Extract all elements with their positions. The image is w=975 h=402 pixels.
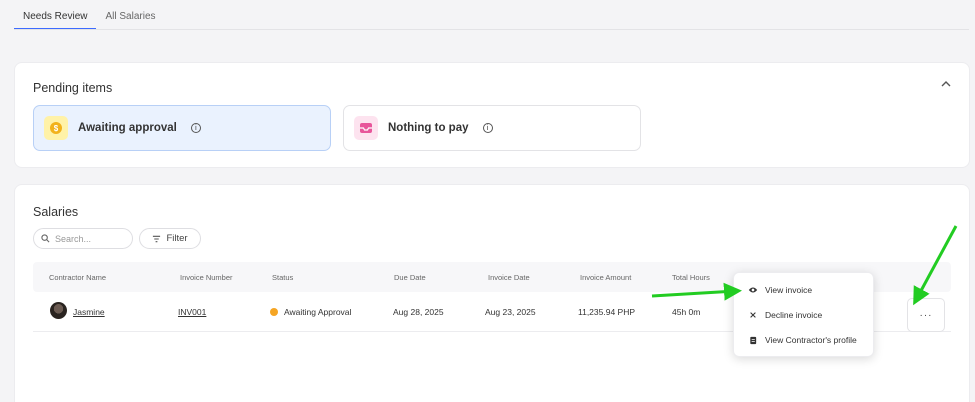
status-label: Awaiting Approval [284, 307, 352, 317]
avatar [50, 302, 67, 319]
pending-items-card: Pending items $ Awaiting approval i Noth… [14, 62, 970, 168]
eye-icon [748, 287, 758, 293]
invoice-amount: 11,235.94 PHP [578, 307, 636, 317]
status-badge: Awaiting Approval [270, 307, 351, 317]
nothing-to-pay-tile[interactable]: Nothing to pay i [343, 105, 641, 151]
due-date: Aug 28, 2025 [393, 307, 444, 317]
filter-icon [153, 235, 161, 242]
menu-item-decline-invoice[interactable]: Decline invoice [748, 310, 822, 320]
row-actions-menu: View invoice Decline invoice View Contra… [733, 272, 874, 357]
salaries-title: Salaries [33, 205, 79, 219]
menu-item-view-invoice[interactable]: View invoice [748, 285, 812, 295]
tab-bar: Needs Review All Salaries [14, 0, 165, 30]
search-input[interactable] [55, 233, 125, 244]
tab-all-salaries[interactable]: All Salaries [96, 0, 164, 30]
column-header-contractor-name[interactable]: Contractor Name [49, 273, 106, 282]
nothing-to-pay-label: Nothing to pay [388, 122, 469, 134]
more-actions-button[interactable]: ··· [907, 298, 945, 332]
total-hours: 45h 0m [672, 307, 701, 317]
info-icon[interactable]: i [482, 123, 493, 133]
column-header-invoice-amount[interactable]: Invoice Amount [580, 273, 631, 282]
menu-item-label: Decline invoice [765, 310, 823, 320]
awaiting-approval-tile[interactable]: $ Awaiting approval i [33, 105, 331, 151]
awaiting-approval-label: Awaiting approval [78, 122, 177, 134]
menu-item-label: View invoice [765, 285, 813, 295]
filter-label: Filter [166, 233, 188, 244]
column-header-total-hours[interactable]: Total Hours [672, 273, 710, 282]
column-header-status[interactable]: Status [272, 273, 293, 282]
pending-items-title: Pending items [33, 81, 113, 95]
inbox-icon [354, 116, 378, 140]
column-header-invoice-date[interactable]: Invoice Date [488, 273, 530, 282]
contractor-name-link[interactable]: Jasmine [73, 307, 105, 317]
menu-item-view-contractor-profile[interactable]: View Contractor's profile [748, 335, 857, 345]
tab-needs-review[interactable]: Needs Review [14, 0, 97, 30]
menu-item-label: View Contractor's profile [765, 335, 857, 345]
filter-button[interactable]: Filter [139, 228, 201, 249]
column-header-due-date[interactable]: Due Date [394, 273, 426, 282]
search-field[interactable] [33, 228, 133, 249]
chevron-up-icon[interactable] [941, 79, 951, 91]
invoice-date: Aug 23, 2025 [485, 307, 536, 317]
status-dot-icon [270, 308, 278, 316]
tab-divider [14, 29, 969, 30]
close-icon [750, 312, 756, 318]
document-icon [750, 336, 757, 344]
info-icon[interactable]: i [190, 123, 201, 133]
search-icon [41, 234, 50, 243]
invoice-number-link[interactable]: INV001 [178, 307, 206, 317]
column-header-invoice-number[interactable]: Invoice Number [180, 273, 233, 282]
coin-icon: $ [44, 116, 68, 140]
